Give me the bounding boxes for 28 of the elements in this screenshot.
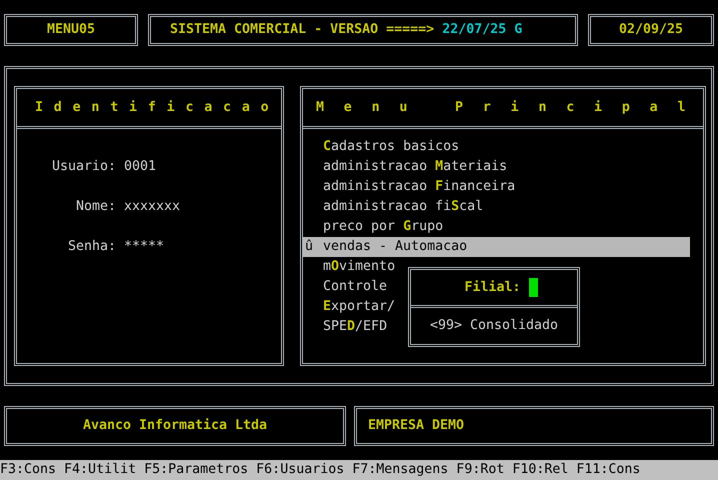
menu-item[interactable]: administracao fiScal: [303, 197, 484, 217]
input-cursor[interactable]: [528, 278, 538, 297]
tenant-name: EMPRESA DEMO: [368, 417, 464, 435]
panel-title: Menu Principal: [316, 98, 706, 116]
menu-item[interactable]: mOvimento: [303, 257, 396, 277]
menu-item[interactable]: administracao Financeira: [303, 177, 516, 197]
field-value: xxxxxxx: [124, 198, 180, 216]
field-label: Usuario:: [50, 158, 116, 176]
panel-title: Identificacao: [35, 98, 280, 116]
menu-item[interactable]: Cadastros basicos: [303, 137, 460, 157]
company-name: Avanco Informatica Ltda: [82, 417, 268, 435]
screen-id: MENU05: [46, 21, 96, 39]
current-date: 02/09/25: [618, 21, 684, 39]
menu-item[interactable]: Controle: [303, 277, 388, 297]
branch-option[interactable]: <99> Consolidado: [430, 316, 558, 336]
menu-item[interactable]: SPED/EFD: [303, 317, 388, 337]
menu-item[interactable]: administracao Materiais: [303, 157, 508, 177]
menu-item[interactable]: û vendas - Automacao: [303, 237, 690, 257]
version-date: 22/07/25 G: [442, 21, 522, 39]
field-label: Senha:: [66, 238, 116, 256]
field-label: Nome:: [74, 198, 116, 216]
menu-item[interactable]: Exportar/: [303, 297, 396, 317]
field-value: 0001: [124, 158, 158, 176]
system-title: SISTEMA COMERCIAL - VERSAO =====>: [170, 21, 434, 39]
menu-item[interactable]: preco por G rupo: [303, 217, 444, 237]
function-key-bar: F3:Cons F4:Utilit F5:Parametros F6:Usuarios F7:Mensagens F9:Rot F10:Rel F11:Cons: [0, 460, 718, 480]
branch-label: Filial:: [464, 278, 521, 296]
field-value: *****: [124, 238, 166, 256]
